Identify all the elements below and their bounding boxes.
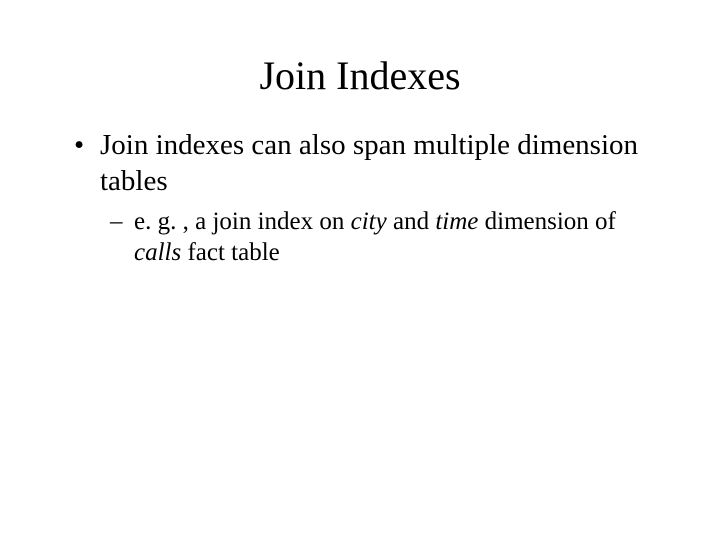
sub-text-mid1: and <box>387 208 436 235</box>
bullet-list: Join indexes can also span multiple dime… <box>60 127 660 268</box>
sub-text-time: time <box>435 208 478 235</box>
slide: Join Indexes Join indexes can also span … <box>0 0 720 540</box>
sub-text-pre: e. g. , a join index on <box>134 208 351 235</box>
bullet-text: Join indexes can also span multiple dime… <box>100 129 638 197</box>
slide-body: Join indexes can also span multiple dime… <box>0 99 720 268</box>
sub-bullet-item: e. g. , a join index on city and time di… <box>134 206 660 269</box>
slide-title: Join Indexes <box>0 0 720 99</box>
sub-text-city: city <box>351 208 387 235</box>
sub-text-post: fact table <box>181 239 280 266</box>
sub-text-mid2: dimension of <box>478 208 616 235</box>
sub-text-calls: calls <box>134 239 181 266</box>
bullet-item: Join indexes can also span multiple dime… <box>100 127 660 268</box>
sub-bullet-list: e. g. , a join index on city and time di… <box>100 206 660 269</box>
